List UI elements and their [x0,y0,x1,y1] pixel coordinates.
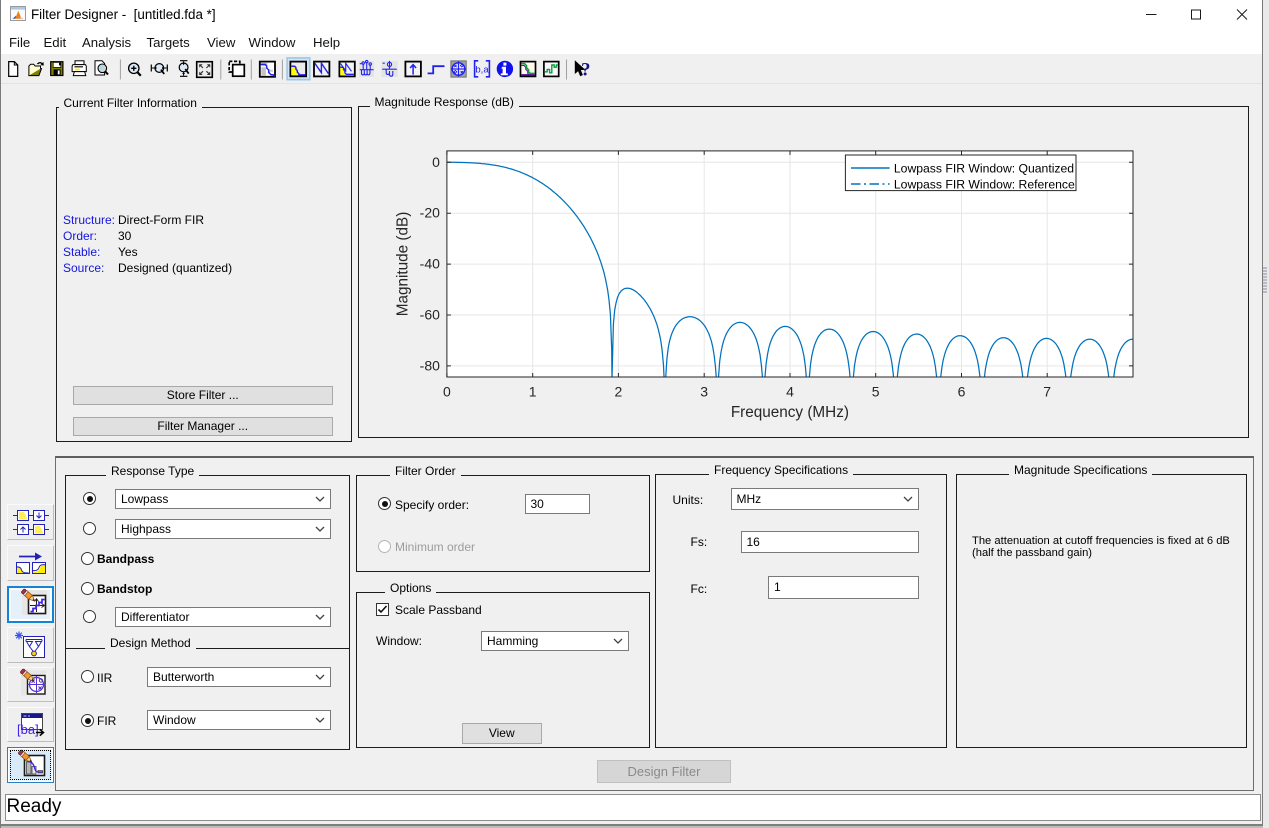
svg-text:0: 0 [432,154,440,170]
svg-text:Lowpass FIR Window: Reference: Lowpass FIR Window: Reference [894,177,1075,191]
svg-text:?: ? [581,59,591,80]
svg-text:Frequency (MHz): Frequency (MHz) [731,404,849,421]
svg-text:-20: -20 [420,205,440,221]
svg-text:0: 0 [443,384,451,400]
svg-text:-40: -40 [420,256,440,272]
svg-text:4: 4 [786,384,794,400]
svg-text:1: 1 [529,384,537,400]
svg-text:-60: -60 [420,307,440,323]
svg-text:Lowpass FIR Window: Quantized: Lowpass FIR Window: Quantized [894,161,1074,175]
svg-text:3: 3 [700,384,708,400]
svg-text:7: 7 [1043,384,1051,400]
svg-text:[ba]: [ba] [17,722,39,737]
svg-text:5: 5 [872,384,880,400]
svg-text:-80: -80 [420,357,440,373]
svg-text:6: 6 [958,384,966,400]
svg-text:Magnitude (dB): Magnitude (dB) [394,212,411,317]
svg-text:b,a: b,a [475,65,489,76]
svg-text:2: 2 [615,384,623,400]
